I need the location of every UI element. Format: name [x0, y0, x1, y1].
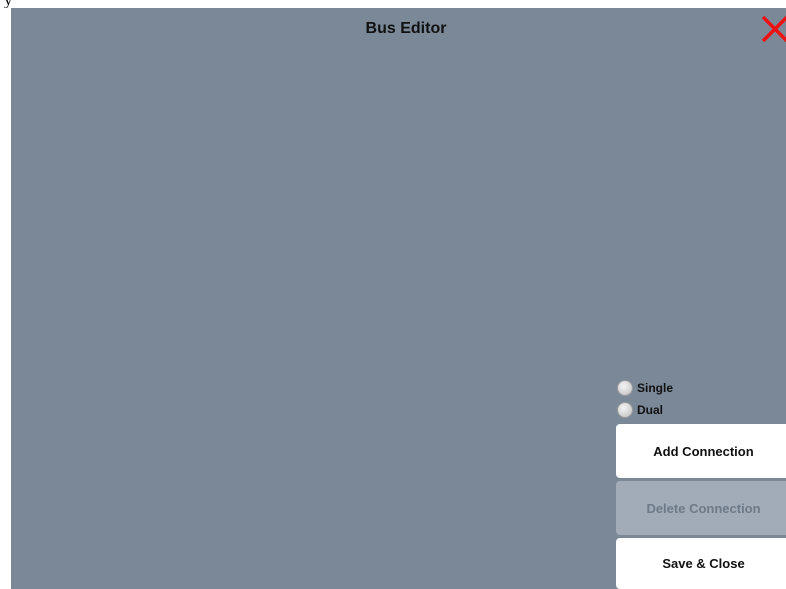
radio-dual-label: Dual [637, 403, 664, 417]
dialog-title: Bus Editor [365, 20, 447, 37]
radio-single-label: Single [637, 381, 674, 395]
save-close-label: Save & Close [662, 556, 745, 571]
add-connection-button[interactable]: Add Connection [616, 424, 786, 478]
radio-dual[interactable]: Dual [617, 399, 673, 421]
radio-button-icon[interactable] [617, 380, 633, 396]
delete-connection-button: Delete Connection [616, 481, 786, 535]
connection-type-radio-group: Single Dual [617, 377, 673, 421]
bus-editor-dialog: Bus Editor Single Dual Add Connection De… [11, 8, 786, 589]
delete-connection-label: Delete Connection [646, 500, 761, 516]
clipped-text: y [4, 0, 13, 8]
radio-single[interactable]: Single [617, 377, 673, 399]
clipped-text-fragment: y [0, 0, 140, 8]
save-close-button[interactable]: Save & Close [616, 538, 786, 589]
close-x-icon [761, 15, 786, 43]
close-icon[interactable] [760, 14, 786, 44]
page: y Bus Editor Single Dual Add Connection … [0, 0, 786, 589]
radio-button-icon[interactable] [617, 402, 633, 418]
add-connection-label: Add Connection [653, 443, 754, 459]
